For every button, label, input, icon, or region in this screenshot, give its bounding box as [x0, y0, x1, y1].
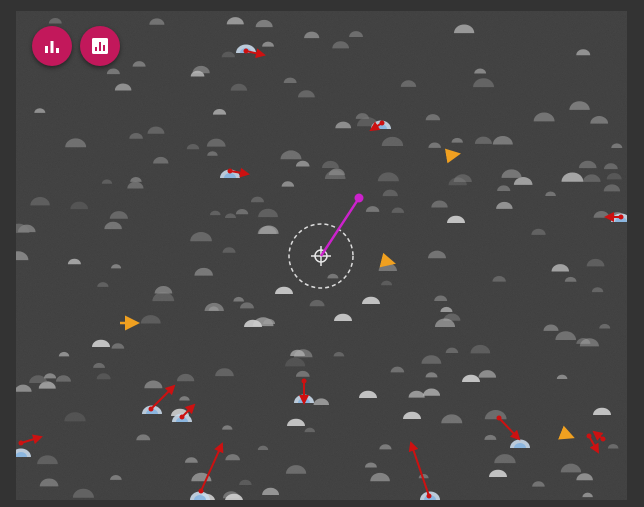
- motion-vector-orange: [444, 148, 461, 164]
- report-chart-icon: [92, 38, 108, 54]
- chart-button[interactable]: [32, 26, 72, 66]
- vector-origin: [179, 414, 185, 420]
- vector-origin: [148, 406, 154, 412]
- vector-origin: [301, 378, 307, 384]
- vector-origin: [586, 433, 592, 439]
- vector-origin: [618, 214, 624, 220]
- bar-chart-icon: [45, 41, 59, 53]
- vector-origin: [496, 415, 502, 421]
- image-viewport[interactable]: [16, 11, 627, 500]
- vector-drag-handle[interactable]: [354, 193, 364, 203]
- report-button[interactable]: [80, 26, 120, 66]
- vector-origin: [600, 436, 606, 442]
- vector-origin: [379, 120, 385, 126]
- vector-origin: [18, 440, 24, 446]
- cell-tracking-canvas[interactable]: [16, 11, 627, 500]
- vector-origin: [243, 48, 249, 54]
- vector-origin: [227, 168, 233, 174]
- motion-vector-orange: [379, 252, 396, 268]
- vector-origin: [198, 488, 204, 494]
- vector-origin: [426, 493, 432, 499]
